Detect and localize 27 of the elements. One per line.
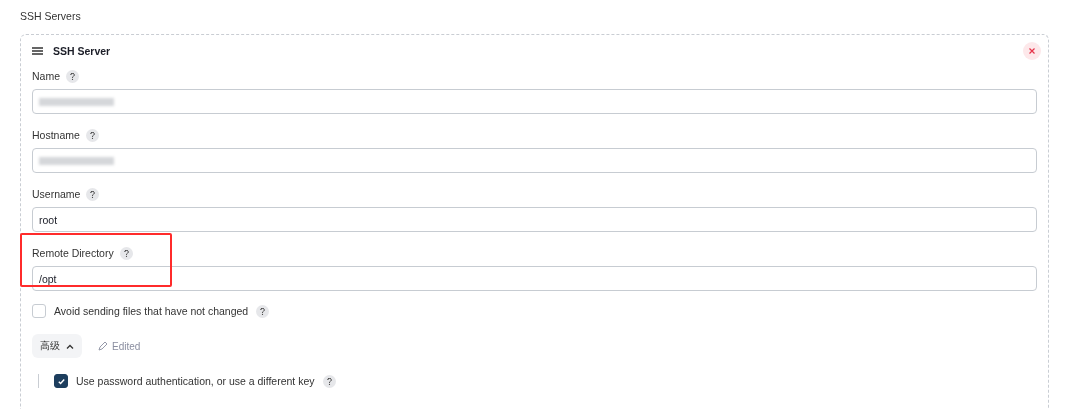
check-icon bbox=[56, 376, 66, 386]
help-icon[interactable] bbox=[256, 304, 270, 318]
help-icon[interactable] bbox=[322, 374, 336, 388]
close-button[interactable] bbox=[1023, 42, 1041, 60]
checkbox-label: Use password authentication, or use a different key bbox=[76, 375, 315, 387]
input-field[interactable] bbox=[32, 148, 1037, 173]
advanced-button[interactable]: 高级 bbox=[32, 334, 82, 358]
checkbox-label: Avoid sending files that have not changed bbox=[54, 305, 249, 317]
close-icon bbox=[1029, 48, 1035, 54]
input-field[interactable]: root bbox=[32, 207, 1037, 232]
section-title: SSH Servers bbox=[20, 10, 82, 22]
input-field[interactable] bbox=[32, 89, 1037, 114]
field-label: Username bbox=[32, 188, 81, 200]
field-label: Name bbox=[32, 70, 60, 82]
field-label: Hostname bbox=[32, 129, 80, 141]
caret-icon bbox=[66, 343, 74, 349]
help-icon[interactable] bbox=[119, 246, 133, 260]
input-field[interactable]: /opt bbox=[32, 266, 1037, 291]
card-title: SSH Server bbox=[53, 45, 112, 57]
help-icon[interactable] bbox=[66, 69, 79, 83]
field-label: Remote Directory bbox=[32, 247, 114, 259]
pencil-icon bbox=[98, 341, 108, 351]
checkbox[interactable] bbox=[54, 374, 68, 388]
help-icon[interactable] bbox=[85, 128, 99, 142]
edited-label: Edited bbox=[112, 340, 141, 352]
help-icon[interactable] bbox=[86, 187, 100, 201]
drag-handle-icon[interactable] bbox=[32, 47, 43, 55]
